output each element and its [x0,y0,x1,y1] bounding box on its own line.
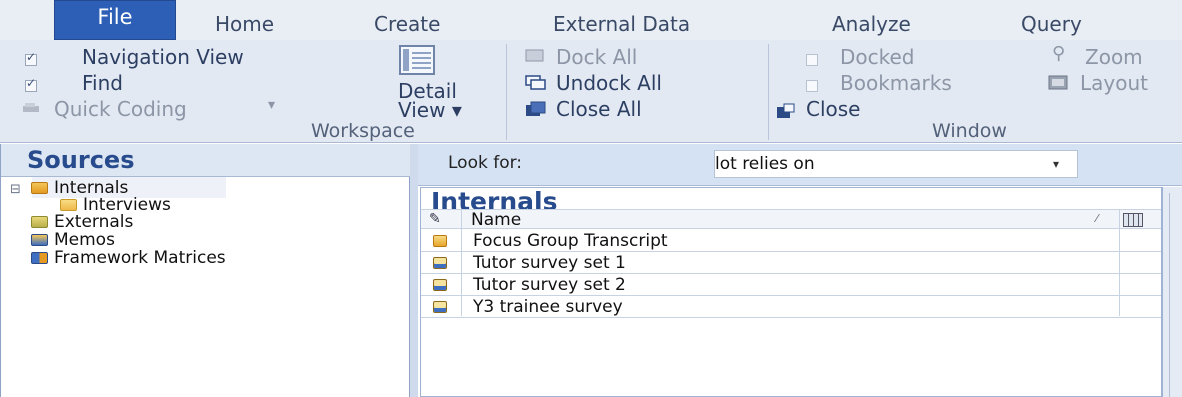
close-window-icon [777,103,795,118]
panel-border [1169,193,1177,397]
internals-list-view: Internals ✎ Name ⁄ Focus Group Transcrip… [420,187,1162,397]
docked-checkbox[interactable] [806,54,818,66]
layout-icon [1048,75,1068,90]
tree-item-label: Framework Matrices [54,248,226,268]
row-name: Tutor survey set 2 [473,275,626,295]
separator [768,44,769,140]
sources-title: Sources [27,146,135,174]
table-row[interactable]: Tutor survey set 2 [421,274,1161,296]
folder-document-icon [433,235,447,247]
find-checkbox[interactable] [25,76,37,92]
separator [506,44,507,140]
navigation-view-checkbox[interactable] [25,50,37,66]
look-for-label: Look for: [448,153,523,173]
zoom-label: Zoom [1085,45,1143,69]
detail-view-icon [399,45,435,75]
quick-coding-dropdown-icon: ▾ [268,97,276,113]
column-header-name[interactable]: Name [471,210,521,230]
zoom-icon: ⚲ [1052,43,1066,64]
window-group-label: Window [932,120,1007,142]
sort-icon: ⁄ [1096,212,1098,225]
tab-query[interactable]: Query [1021,12,1082,36]
tree-item-externals[interactable]: Externals [31,212,133,232]
table-row[interactable]: Y3 trainee survey [421,296,1161,318]
ribbon: Navigation View Find Quick Coding ▾ Deta… [0,40,1182,143]
dataset-icon [433,279,447,291]
ribbon-tab-bar: File Home Create External Data Analyze Q… [0,0,1182,40]
dock-all-label: Dock All [556,45,638,69]
docked-label: Docked [840,45,915,69]
column-chooser-icon[interactable] [1123,213,1143,227]
tab-analyze[interactable]: Analyze [832,12,911,36]
find-bar: Look for: lot relies on ▾ [418,144,1182,186]
close-all-label: Close All [556,97,642,121]
bookmarks-label: Bookmarks [840,71,952,95]
find-label: Find [82,71,123,95]
sources-pane: Sources ⊟ Internals Interviews Externals… [0,144,411,397]
tree-item-label: Memos [54,230,115,250]
folder-open-icon [60,199,77,211]
dataset-icon [433,257,447,269]
undock-all-icon [525,75,546,90]
sources-header: Sources [1,144,411,177]
row-name: Focus Group Transcript [473,231,668,251]
quick-coding-icon [23,103,39,112]
chevron-down-icon[interactable]: ▾ [1053,157,1059,171]
bookmarks-checkbox[interactable] [806,80,818,92]
pin-icon[interactable]: ✎ [429,211,441,227]
tab-create[interactable]: Create [374,12,440,36]
table-row[interactable]: Focus Group Transcript [421,230,1161,252]
folder-open-icon [31,182,48,194]
close-all-icon [526,101,546,116]
undock-all-label: Undock All [556,71,662,95]
matrix-folder-icon [31,252,48,264]
tree-item-framework-matrices[interactable]: Framework Matrices [31,248,226,268]
right-edge-panel [1162,187,1182,397]
tab-home[interactable]: Home [215,12,274,36]
row-name: Tutor survey set 1 [473,253,626,273]
close-window-label: Close [806,97,861,121]
quick-coding-label: Quick Coding [54,97,187,121]
dataset-icon [433,301,447,313]
tree-item-label: Externals [54,212,134,232]
row-name: Y3 trainee survey [473,297,623,317]
layout-label: Layout [1080,71,1148,95]
tree-item-memos[interactable]: Memos [31,230,115,250]
navigation-view-label: Navigation View [82,45,244,69]
table-row[interactable]: Tutor survey set 1 [421,252,1161,274]
folder-open-icon [31,216,48,228]
pane-splitter[interactable] [410,144,418,397]
collapse-icon[interactable]: ⊟ [10,182,21,197]
detail-view-label-line2: View ▾ [398,98,462,122]
look-for-combobox[interactable]: lot relies on ▾ [714,150,1078,178]
dock-all-icon [525,49,544,62]
tab-file[interactable]: File [54,0,176,40]
list-header: ✎ Name ⁄ [421,209,1161,230]
look-for-input[interactable]: lot relies on [715,154,815,174]
folder-icon [31,234,48,246]
workspace-group-label: Workspace [311,120,415,142]
tab-external-data[interactable]: External Data [553,12,690,36]
